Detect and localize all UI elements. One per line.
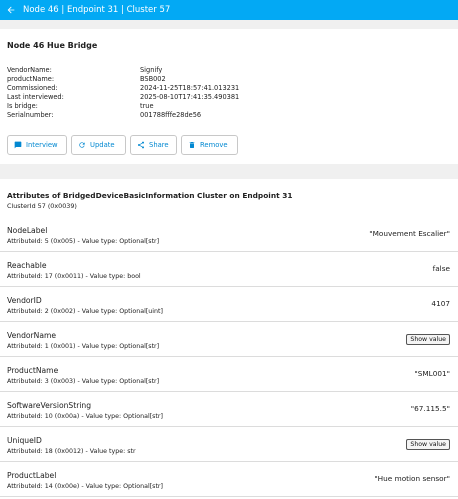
show-value-button[interactable]: Show value — [406, 439, 450, 450]
attribute-row-product-label[interactable]: ProductLabel AttributeId: 14 (0x00e) - V… — [0, 462, 458, 497]
attribute-meta: AttributeId: 17 (0x0011) - Value type: b… — [7, 273, 141, 280]
attribute-meta: AttributeId: 14 (0x00e) - Value type: Op… — [7, 483, 163, 490]
attribute-value: false — [432, 264, 450, 273]
attribute-row-software-version-string[interactable]: SoftwareVersionString AttributeId: 10 (0… — [0, 392, 458, 427]
interview-button-label: Interview — [26, 141, 58, 149]
attribute-name: NodeLabel — [7, 226, 48, 235]
attribute-value: "Mouvement Escalier" — [369, 229, 450, 238]
update-icon — [79, 142, 85, 148]
share-icon — [138, 141, 144, 149]
info-value: 2024-11-25T18:57:41.013231 — [140, 84, 240, 92]
info-value: 001788fffe28de56 — [140, 111, 202, 119]
attribute-row-vendor-id[interactable]: VendorID AttributeId: 2 (0x002) - Value … — [0, 287, 458, 322]
info-row-vendor-name: VendorName: Signify — [7, 66, 162, 75]
node-info-card: Node 46 Hue Bridge VendorName: Signify p… — [0, 29, 458, 164]
attribute-meta: AttributeId: 2 (0x002) - Value type: Opt… — [7, 308, 163, 315]
info-key: Commissioned: — [7, 84, 58, 92]
update-button-label: Update — [90, 141, 115, 149]
arrow-left-icon — [7, 6, 15, 14]
top-app-bar: Node 46 | Endpoint 31 | Cluster 57 — [0, 0, 458, 20]
share-button-label: Share — [149, 141, 169, 149]
attribute-meta: AttributeId: 10 (0x00a) - Value type: Op… — [7, 413, 163, 420]
node-title: Node 46 Hue Bridge — [7, 41, 98, 50]
attribute-name: SoftwareVersionString — [7, 401, 92, 410]
remove-button[interactable]: Remove — [181, 135, 238, 155]
attribute-row-unique-id[interactable]: UniqueID AttributeId: 18 (0x0012) - Valu… — [0, 427, 458, 462]
info-row-last-interviewed: Last interviewed: 2025-08-10T17:41:35.49… — [7, 93, 239, 102]
interview-button[interactable]: Interview — [7, 135, 67, 155]
share-button[interactable]: Share — [130, 135, 177, 155]
attribute-name: UniqueID — [7, 436, 42, 445]
page-title: Node 46 | Endpoint 31 | Cluster 57 — [23, 5, 171, 15]
remove-button-label: Remove — [200, 141, 228, 149]
info-key: productName: — [7, 75, 55, 83]
attribute-name: Reachable — [7, 261, 47, 270]
attribute-meta: AttributeId: 1 (0x001) - Value type: Opt… — [7, 343, 160, 350]
info-value: BSB002 — [140, 75, 166, 83]
attribute-name: VendorName — [7, 331, 57, 340]
cluster-id: ClusterId 57 (0x0039) — [7, 202, 77, 210]
attributes-title: Attributes of BridgedDeviceBasicInformat… — [7, 191, 293, 200]
info-row-is-bridge: Is bridge: true — [7, 102, 154, 111]
attribute-value: "SML001" — [414, 369, 450, 378]
attributes-card: Attributes of BridgedDeviceBasicInformat… — [0, 179, 458, 499]
node-actions: Interview Update Share Remove — [7, 135, 238, 155]
info-value: true — [140, 102, 154, 110]
info-row-serial-number: Serialnumber: 001788fffe28de56 — [7, 111, 201, 120]
show-value-button[interactable]: Show value — [406, 334, 450, 345]
info-key: VendorName: — [7, 66, 52, 74]
attribute-name: ProductName — [7, 366, 59, 375]
info-key: Last interviewed: — [7, 93, 64, 101]
back-button[interactable] — [0, 0, 22, 20]
info-row-commissioned: Commissioned: 2024-11-25T18:57:41.013231 — [7, 84, 239, 93]
chat-icon — [14, 141, 22, 149]
attribute-row-reachable[interactable]: Reachable AttributeId: 17 (0x0011) - Val… — [0, 252, 458, 287]
attribute-meta: AttributeId: 18 (0x0012) - Value type: s… — [7, 448, 136, 455]
info-value: Signify — [140, 66, 163, 74]
attribute-value: "67.115.5" — [410, 404, 450, 413]
attribute-value: "Hue motion sensor" — [374, 474, 450, 483]
attribute-value: 4107 — [431, 299, 450, 308]
attribute-name: VendorID — [7, 296, 42, 305]
attribute-name: ProductLabel — [7, 471, 57, 480]
attribute-meta: AttributeId: 5 (0x005) - Value type: Opt… — [7, 238, 160, 245]
trash-icon — [189, 142, 195, 148]
attribute-row-vendor-name[interactable]: VendorName AttributeId: 1 (0x001) - Valu… — [0, 322, 458, 357]
update-button[interactable]: Update — [71, 135, 126, 155]
info-row-product-name: productName: BSB002 — [7, 75, 166, 84]
info-key: Is bridge: — [7, 102, 38, 110]
info-key: Serialnumber: — [7, 111, 54, 119]
attribute-row-node-label[interactable]: NodeLabel AttributeId: 5 (0x005) - Value… — [0, 217, 458, 252]
attribute-meta: AttributeId: 3 (0x003) - Value type: Opt… — [7, 378, 160, 385]
attribute-row-product-name[interactable]: ProductName AttributeId: 3 (0x003) - Val… — [0, 357, 458, 392]
info-value: 2025-08-10T17:41:35.490381 — [140, 93, 240, 101]
